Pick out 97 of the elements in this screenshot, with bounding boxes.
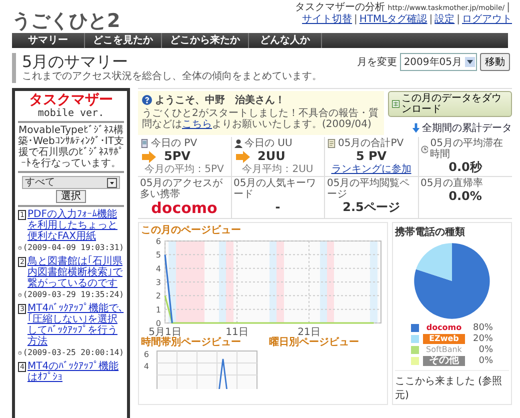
page-subtitle: これまでのアクセス状況を総合し、全体の傾向をまとめています。: [22, 71, 322, 83]
download-button[interactable]: この月のデータをダウンロード: [388, 91, 512, 117]
y-tick-label: 0: [156, 319, 161, 328]
stat-note: 今月平均：2UU: [241, 164, 314, 175]
legend-swatch: [411, 357, 419, 365]
legend-label: EZweb: [423, 334, 465, 344]
edition-label: mobile ver.: [36, 108, 106, 119]
down-arrow-icon: [412, 123, 420, 133]
x-tick-label: 11日: [226, 327, 248, 338]
axis-label: 6: [144, 349, 149, 361]
clock-icon: [420, 144, 428, 154]
dropdown-icon: [465, 57, 475, 67]
nav-tab[interactable]: どこを見たか: [85, 33, 162, 48]
month-select[interactable]: 2009年05月: [400, 53, 477, 71]
site-description: MovableTypeﾋﾞｼﾞﾈｽ構築･Webｺﾝｻﾙﾃｨﾝｸﾞ･IT支援で石川県のﾋﾞｼﾞﾈｽｻﾎﾟｰﾄを行なっています。: [18, 125, 124, 169]
y-tick-label: 2: [156, 292, 161, 301]
header-link[interactable]: ログアウト: [462, 14, 512, 26]
stat-value: 2UU: [258, 149, 286, 164]
stat-label: 05月のアクセスが多い携帯: [140, 178, 224, 200]
clock-icon: [18, 290, 22, 298]
stat-value: 5 PV: [354, 149, 388, 164]
legend-value: 0%: [478, 345, 493, 355]
stat-label: 05月の合計PV: [338, 138, 404, 149]
nav-tab[interactable]: どんな人か: [249, 33, 322, 48]
legend-label: docomo: [425, 323, 463, 333]
right-arrow-icon: [142, 150, 156, 162]
help-icon: [142, 95, 152, 105]
axis-label: 4: [144, 361, 149, 373]
carrier-logo: docomo: [150, 200, 218, 217]
stat-label: 05月の直帰率: [420, 178, 484, 189]
all-period-link[interactable]: 全期間の累計データ: [412, 121, 512, 135]
legend-swatch: [411, 324, 419, 332]
welcome-title: ようこそ、中野 治美さん！: [155, 93, 285, 107]
stat-value: 5PV: [164, 149, 190, 164]
x-tick-label: 21日: [298, 327, 320, 338]
article-date: (2009-03-29 19:35:24): [22, 289, 124, 300]
article-link[interactable]: PDFの入力ﾌｫｰﾑ機能を利用したちょっと便利なFAX用紙: [27, 209, 124, 242]
legend-value: 0%: [478, 356, 493, 366]
separator: |: [456, 14, 460, 26]
stat-value: 2.5ページ: [342, 200, 401, 215]
welcome-message: うごくひと2がスタートしました！不具合の報告・質問などはこちら よりお願いいたします。(2009/04): [142, 108, 380, 130]
stat-label: 05月の平均滞在時間: [430, 138, 504, 160]
header-link[interactable]: サイト切替: [302, 14, 352, 26]
chart-title: この月のページビュー: [141, 225, 242, 237]
select-button[interactable]: 選択: [56, 190, 86, 203]
stat-value: 0.0%: [448, 189, 483, 204]
document-icon: [327, 139, 336, 148]
article-date: (2009-03-25 20:00:14): [22, 347, 124, 358]
article-link[interactable]: MT4のﾊﾞｯｸｱｯﾌﾟ機能はｵﾌﾟｼｮ: [27, 361, 124, 383]
category-select[interactable]: すべて: [22, 176, 120, 189]
separator: |: [429, 14, 433, 26]
stat-label: 05月の平均閲覧ページ: [327, 178, 411, 200]
legend-value: 20%: [472, 334, 493, 344]
stat-value: 0.0秒: [448, 160, 484, 175]
article-link[interactable]: 鳥と図書館は｢石川県内図書館横断検索｣で繋がっているのです: [27, 256, 124, 289]
site-logo[interactable]: うごくひと2: [12, 2, 120, 34]
legend-swatch: [411, 335, 419, 343]
stat-label: 05月の人気キーワード: [234, 178, 318, 200]
header-link[interactable]: HTMLタグ確認: [359, 14, 428, 26]
page-title: 5月のサマリー: [22, 53, 130, 71]
spreadsheet-icon: [392, 99, 400, 109]
legend-label: SoftBank: [425, 345, 463, 355]
go-button[interactable]: 移動: [480, 53, 510, 71]
legend-value: 80%: [472, 323, 493, 333]
header-link[interactable]: 設定: [434, 14, 455, 26]
stat-label: 今日の PV: [151, 138, 198, 149]
stat-note: 今月の平均：5PV: [144, 164, 225, 175]
separator: |: [506, 2, 510, 14]
clock-icon: [18, 348, 22, 356]
legend-swatch: [411, 346, 419, 354]
dropdown-icon: [107, 178, 117, 188]
person-icon: [234, 139, 242, 148]
right-arrow-icon: [236, 150, 250, 162]
clock-icon: [18, 244, 22, 252]
chart-title: 時間帯別ページビュー: [141, 337, 242, 349]
article-link[interactable]: MT4ﾊﾞｯｸｱｯﾌﾟ機能で､｢圧縮しない｣を選択してﾊﾞｯｸｱｯﾌﾟを行う方法: [27, 303, 124, 347]
chart-title: 曜日別ページビュー: [269, 337, 359, 349]
stat-value: -: [274, 200, 282, 215]
y-tick-label: 4: [156, 264, 161, 274]
nav-tab[interactable]: どこから来たか: [162, 33, 249, 48]
mobile-site-logo: タスクマザー: [28, 95, 114, 106]
nav-tab[interactable]: サマリー: [12, 33, 85, 48]
y-tick-label: 6: [156, 237, 161, 246]
separator: |: [354, 14, 358, 26]
x-tick-label: 5月1日: [148, 327, 182, 338]
stat-label: 今日の UU: [244, 138, 292, 149]
y-tick-label: 5: [156, 250, 161, 260]
phone-page-icon: [140, 139, 149, 148]
section-heading: ここから来ました (参照元): [395, 370, 509, 402]
contact-link[interactable]: こちら: [182, 119, 212, 130]
chart-title: 携帯電話の種類: [395, 226, 466, 239]
y-tick-label: 3: [156, 278, 161, 287]
month-label: 月を変更: [356, 56, 397, 69]
site-label: タスクマザーの分析: [294, 2, 385, 14]
article-date: (2009-04-09 19:03:31): [22, 242, 124, 253]
ranking-link[interactable]: ランキングに参加: [327, 164, 416, 175]
y-tick-label: 1: [156, 305, 161, 314]
